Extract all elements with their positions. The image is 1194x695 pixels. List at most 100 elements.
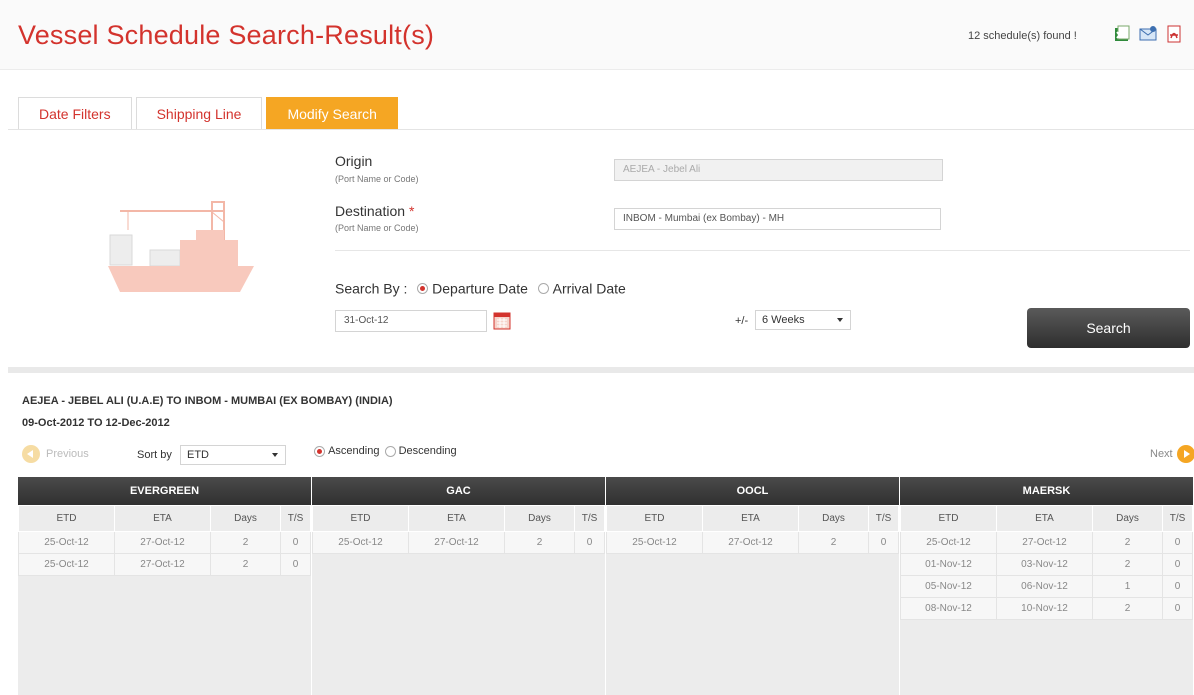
column-header-days: Days xyxy=(1092,505,1163,532)
column-header-eta: ETA xyxy=(702,505,799,532)
schedules-found-count: 12 schedule(s) found ! xyxy=(968,30,1077,42)
cell-etd: 25-Oct-12 xyxy=(312,531,409,554)
tab-shipping-line[interactable]: Shipping Line xyxy=(135,97,263,129)
schedule-grid: EVERGREEN ETD ETA Days T/S 25-Oct-12 27-Oct-12… xyxy=(18,477,1194,695)
results-separator xyxy=(8,367,1194,373)
cell-days: 2 xyxy=(1092,553,1163,576)
next-label: Next xyxy=(1150,448,1173,460)
cell-ts: 0 xyxy=(280,531,311,554)
cell-eta: 10-Nov-12 xyxy=(996,597,1093,620)
column-header-etd: ETD xyxy=(312,505,409,532)
cell-ts: 0 xyxy=(280,553,311,576)
table-row[interactable]: 25-Oct-12 27-Oct-12 2 0 xyxy=(900,531,1193,554)
table-row[interactable]: 25-Oct-12 27-Oct-12 2 0 xyxy=(312,531,605,554)
cell-ts: 0 xyxy=(574,531,605,554)
column-header-ts: T/S xyxy=(280,505,311,532)
tab-modify-search[interactable]: Modify Search xyxy=(266,97,398,129)
sort-by-select[interactable]: ETD xyxy=(180,445,286,465)
excel-icon[interactable] xyxy=(1112,24,1132,44)
column-header-eta: ETA xyxy=(408,505,505,532)
carrier-name[interactable]: GAC xyxy=(312,477,605,505)
cell-days: 2 xyxy=(210,531,281,554)
cell-ts: 0 xyxy=(1162,553,1193,576)
form-divider xyxy=(335,250,1190,251)
next-button[interactable]: Next xyxy=(1150,445,1194,463)
table-row[interactable]: 08-Nov-12 10-Nov-12 2 0 xyxy=(900,597,1193,620)
departure-date-radio[interactable] xyxy=(417,282,429,294)
header-bar: Vessel Schedule Search-Result(s) 12 sche… xyxy=(0,0,1194,70)
previous-button[interactable]: Previous xyxy=(22,445,89,463)
schedule-table: ETD ETA Days T/S 25-Oct-12 27-Oct-12 2 0 xyxy=(312,505,605,554)
carrier-name[interactable]: MAERSK xyxy=(900,477,1193,505)
departure-date-field[interactable]: 31-Oct-12 xyxy=(335,310,487,332)
column-header-days: Days xyxy=(210,505,281,532)
search-by-label: Search By : xyxy=(335,280,408,297)
previous-arrow-icon xyxy=(22,445,40,463)
cell-days: 2 xyxy=(504,531,575,554)
sort-by-label: Sort by xyxy=(137,449,172,461)
cell-etd: 08-Nov-12 xyxy=(900,597,997,620)
table-header-row: ETD ETA Days T/S xyxy=(900,505,1193,532)
column-header-days: Days xyxy=(798,505,869,532)
arrival-date-label: Arrival Date xyxy=(552,280,626,297)
cell-eta: 27-Oct-12 xyxy=(408,531,505,554)
table-row[interactable]: 05-Nov-12 06-Nov-12 1 0 xyxy=(900,575,1193,598)
cell-days: 2 xyxy=(210,553,281,576)
search-tabs: Date Filters Shipping Line Modify Search xyxy=(18,97,398,129)
calendar-icon[interactable] xyxy=(493,310,511,330)
column-header-etd: ETD xyxy=(900,505,997,532)
departure-date-label: Departure Date xyxy=(432,280,528,297)
carrier-column: EVERGREEN ETD ETA Days T/S 25-Oct-12 27-Oct-12… xyxy=(18,477,312,695)
destination-field[interactable]: INBOM - Mumbai (ex Bombay) - MH xyxy=(614,208,941,230)
search-by-group: Search By : Departure Date Arrival Date xyxy=(335,279,626,296)
carrier-column: GAC ETD ETA Days T/S 25-Oct-12 27-Oct-12 2 0 xyxy=(312,477,606,695)
sort-order-group: Ascending Descending xyxy=(314,445,457,457)
route-title: AEJEA - JEBEL ALI (U.A.E) TO INBOM - MUM… xyxy=(22,395,393,407)
table-row[interactable]: 25-Oct-12 27-Oct-12 2 0 xyxy=(18,553,311,576)
table-row[interactable]: 01-Nov-12 03-Nov-12 2 0 xyxy=(900,553,1193,576)
cell-eta: 27-Oct-12 xyxy=(114,531,211,554)
column-header-ts: T/S xyxy=(868,505,899,532)
ascending-radio[interactable] xyxy=(314,445,325,457)
weeks-label: +/- xyxy=(735,315,749,327)
origin-label: Origin xyxy=(335,153,373,169)
cell-etd: 25-Oct-12 xyxy=(18,531,115,554)
cell-eta: 27-Oct-12 xyxy=(996,531,1093,554)
search-button[interactable]: Search xyxy=(1027,308,1190,348)
page-title: Vessel Schedule Search-Result(s) xyxy=(18,20,435,50)
chevron-down-icon xyxy=(272,453,278,457)
carrier-name[interactable]: OOCL xyxy=(606,477,899,505)
date-range: 09-Oct-2012 TO 12-Dec-2012 xyxy=(22,417,170,429)
destination-label: Destination * xyxy=(335,203,415,219)
column-header-etd: ETD xyxy=(18,505,115,532)
column-header-etd: ETD xyxy=(606,505,703,532)
cell-etd: 05-Nov-12 xyxy=(900,575,997,598)
table-header-row: ETD ETA Days T/S xyxy=(18,505,311,532)
cell-ts: 0 xyxy=(1162,575,1193,598)
cell-etd: 25-Oct-12 xyxy=(18,553,115,576)
carrier-name[interactable]: EVERGREEN xyxy=(18,477,311,505)
cell-eta: 06-Nov-12 xyxy=(996,575,1093,598)
carrier-column: OOCL ETD ETA Days T/S 25-Oct-12 27-Oct-12 2 0 xyxy=(606,477,900,695)
column-header-eta: ETA xyxy=(114,505,211,532)
email-icon[interactable] xyxy=(1138,24,1158,44)
next-arrow-icon xyxy=(1176,445,1194,463)
table-row[interactable]: 25-Oct-12 27-Oct-12 2 0 xyxy=(18,531,311,554)
column-header-days: Days xyxy=(504,505,575,532)
previous-label: Previous xyxy=(46,448,89,460)
pdf-icon[interactable] xyxy=(1164,24,1184,44)
origin-field[interactable]: AEJEA - Jebel Ali xyxy=(614,159,943,181)
ascending-label: Ascending xyxy=(328,445,380,458)
descending-radio[interactable] xyxy=(384,445,396,457)
cell-eta: 27-Oct-12 xyxy=(114,553,211,576)
weeks-select[interactable]: 6 Weeks xyxy=(755,310,851,330)
table-row[interactable]: 25-Oct-12 27-Oct-12 2 0 xyxy=(606,531,899,554)
cell-eta: 27-Oct-12 xyxy=(702,531,799,554)
cell-days: 2 xyxy=(1092,531,1163,554)
tab-date-filters[interactable]: Date Filters xyxy=(18,97,132,129)
column-header-eta: ETA xyxy=(996,505,1093,532)
cell-etd: 25-Oct-12 xyxy=(606,531,703,554)
arrival-date-radio[interactable] xyxy=(537,282,549,294)
column-header-ts: T/S xyxy=(574,505,605,532)
cell-ts: 0 xyxy=(868,531,899,554)
